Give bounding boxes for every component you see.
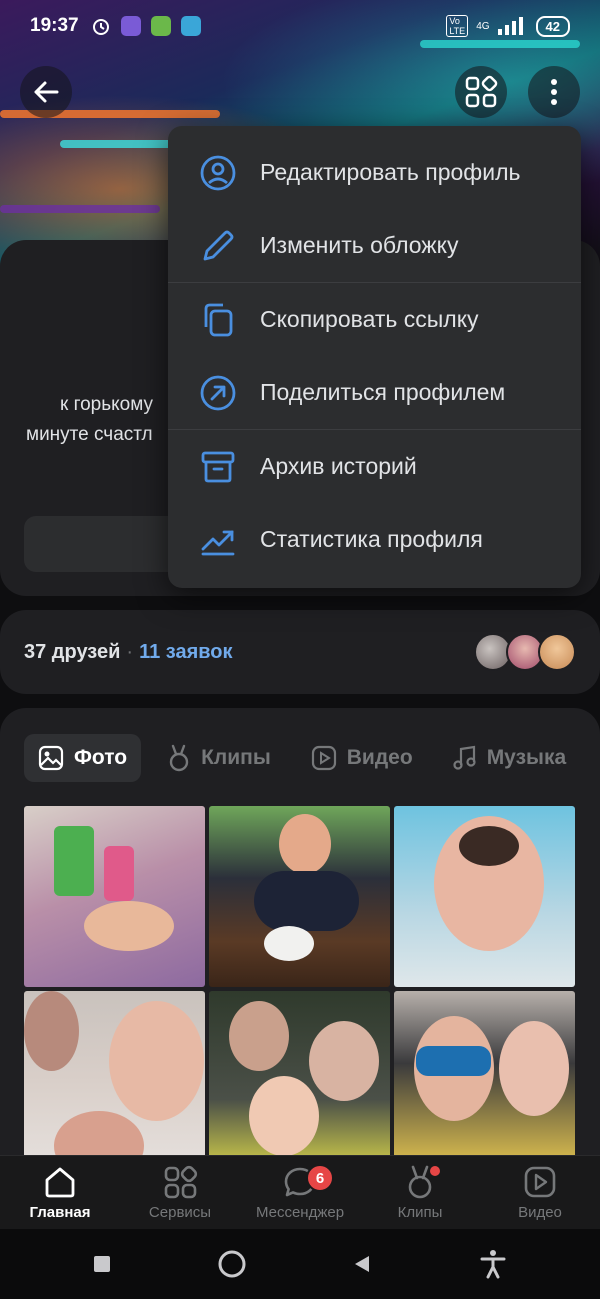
menu-item-share-profile[interactable]: Поделиться профилем (168, 356, 581, 429)
battery-indicator: 42 (535, 15, 570, 37)
copy-icon (204, 303, 233, 336)
viber-icon (120, 16, 141, 36)
photo-icon (38, 745, 64, 771)
photo-thumbnail[interactable] (394, 991, 575, 1168)
tab-label: Видео (346, 746, 413, 769)
friends-separator: · (126, 640, 134, 663)
menu-item-profile-stats[interactable]: Статистика профиля (168, 503, 581, 576)
status-right: Vo LTE 4G 42 (446, 15, 570, 37)
tab-clips[interactable]: Клипы (153, 734, 285, 782)
clips-notification-dot (430, 1166, 440, 1176)
archive-icon (201, 451, 235, 482)
nav-label: Видео (518, 1204, 562, 1221)
menu-item-label: Изменить обложку (260, 232, 459, 258)
app-notification-icon (150, 16, 171, 36)
services-icon (164, 1165, 198, 1199)
home-circle-icon[interactable] (217, 1249, 247, 1279)
share-arrow-icon (200, 375, 236, 410)
nav-label: Сервисы (148, 1204, 212, 1221)
grid-icon (465, 75, 498, 108)
accessibility-icon[interactable] (478, 1249, 508, 1279)
bottom-nav: Главная Сервисы 6 Мессенджер Клипы Видео (0, 1155, 600, 1229)
more-button[interactable] (528, 66, 580, 118)
friend-requests-link[interactable]: 11 заявок (139, 641, 232, 664)
media-card: Фото Клипы Видео Музыка (0, 708, 600, 1168)
nav-services[interactable]: Сервисы (120, 1164, 240, 1221)
network-type: 4G (476, 20, 490, 32)
recent-apps-icon[interactable] (92, 1254, 112, 1274)
friends-avatars[interactable] (474, 633, 576, 671)
tab-video[interactable]: Видео (297, 734, 427, 782)
menu-item-label: Поделиться профилем (260, 379, 506, 405)
nav-messenger[interactable]: 6 Мессенджер (240, 1164, 360, 1221)
video-icon (311, 745, 336, 771)
menu-item-copy-link[interactable]: Скопировать ссылку (168, 283, 581, 356)
menu-item-change-cover[interactable]: Изменить обложку (168, 209, 581, 282)
more-vertical-icon (551, 79, 557, 105)
photo-thumbnail[interactable] (209, 806, 390, 987)
friends-count[interactable]: 37 друзей (24, 641, 120, 664)
menu-item-edit-profile[interactable]: Редактировать профиль (168, 136, 581, 209)
system-nav-bar (0, 1229, 600, 1299)
photo-grid (24, 806, 576, 1168)
tab-label: Музыка (486, 746, 567, 769)
nav-label: Главная (29, 1204, 91, 1221)
home-icon (45, 1167, 75, 1198)
user-circle-icon (200, 155, 236, 190)
avatar (538, 633, 576, 671)
video-icon (524, 1166, 556, 1198)
nav-home[interactable]: Главная (0, 1164, 120, 1221)
maps-icon (180, 16, 201, 36)
tab-photo[interactable]: Фото (24, 734, 142, 782)
menu-item-label: Статистика профиля (260, 526, 483, 552)
volte-icon: Vo LTE (446, 15, 469, 37)
stats-icon (201, 530, 235, 555)
photo-thumbnail[interactable] (24, 806, 205, 987)
status-time: 19:37 (30, 15, 79, 36)
menu-item-label: Скопировать ссылку (260, 306, 479, 332)
menu-item-label: Архив историй (260, 453, 417, 479)
cover-stripe (60, 140, 180, 148)
signal-icon (497, 17, 523, 35)
photo-thumbnail[interactable] (24, 991, 205, 1168)
nav-clips[interactable]: Клипы (360, 1164, 480, 1221)
media-tabs: Фото Клипы Видео Музыка (24, 734, 592, 782)
nav-label: Клипы (397, 1204, 443, 1221)
profile-options-menu: Редактировать профиль Изменить обложку С… (168, 126, 581, 588)
services-button[interactable] (455, 66, 507, 118)
clips-icon (169, 744, 189, 772)
tab-label: Клипы (201, 746, 271, 769)
photo-thumbnail[interactable] (394, 806, 575, 987)
music-icon (453, 745, 476, 770)
nav-video[interactable]: Видео (480, 1164, 600, 1221)
tab-music[interactable]: Музыка (439, 734, 580, 782)
notification-icons (91, 16, 201, 36)
alarm-icon (92, 19, 109, 35)
cover-stripe (0, 205, 160, 213)
messenger-badge: 6 (306, 1164, 334, 1192)
back-triangle-icon[interactable] (351, 1253, 373, 1275)
tab-label: Фото (74, 746, 128, 769)
arrow-left-icon (34, 81, 59, 103)
back-button[interactable] (20, 66, 72, 118)
menu-item-label: Редактировать профиль (260, 159, 521, 185)
status-bar: 19:37 Vo LTE 4G 42 (0, 0, 600, 52)
nav-label: Мессенджер (255, 1204, 345, 1221)
photo-thumbnail[interactable] (209, 991, 390, 1168)
menu-item-stories-archive[interactable]: Архив историй (168, 430, 581, 503)
pencil-icon (203, 230, 234, 260)
friends-card[interactable]: 37 друзей · 11 заявок (0, 610, 600, 694)
